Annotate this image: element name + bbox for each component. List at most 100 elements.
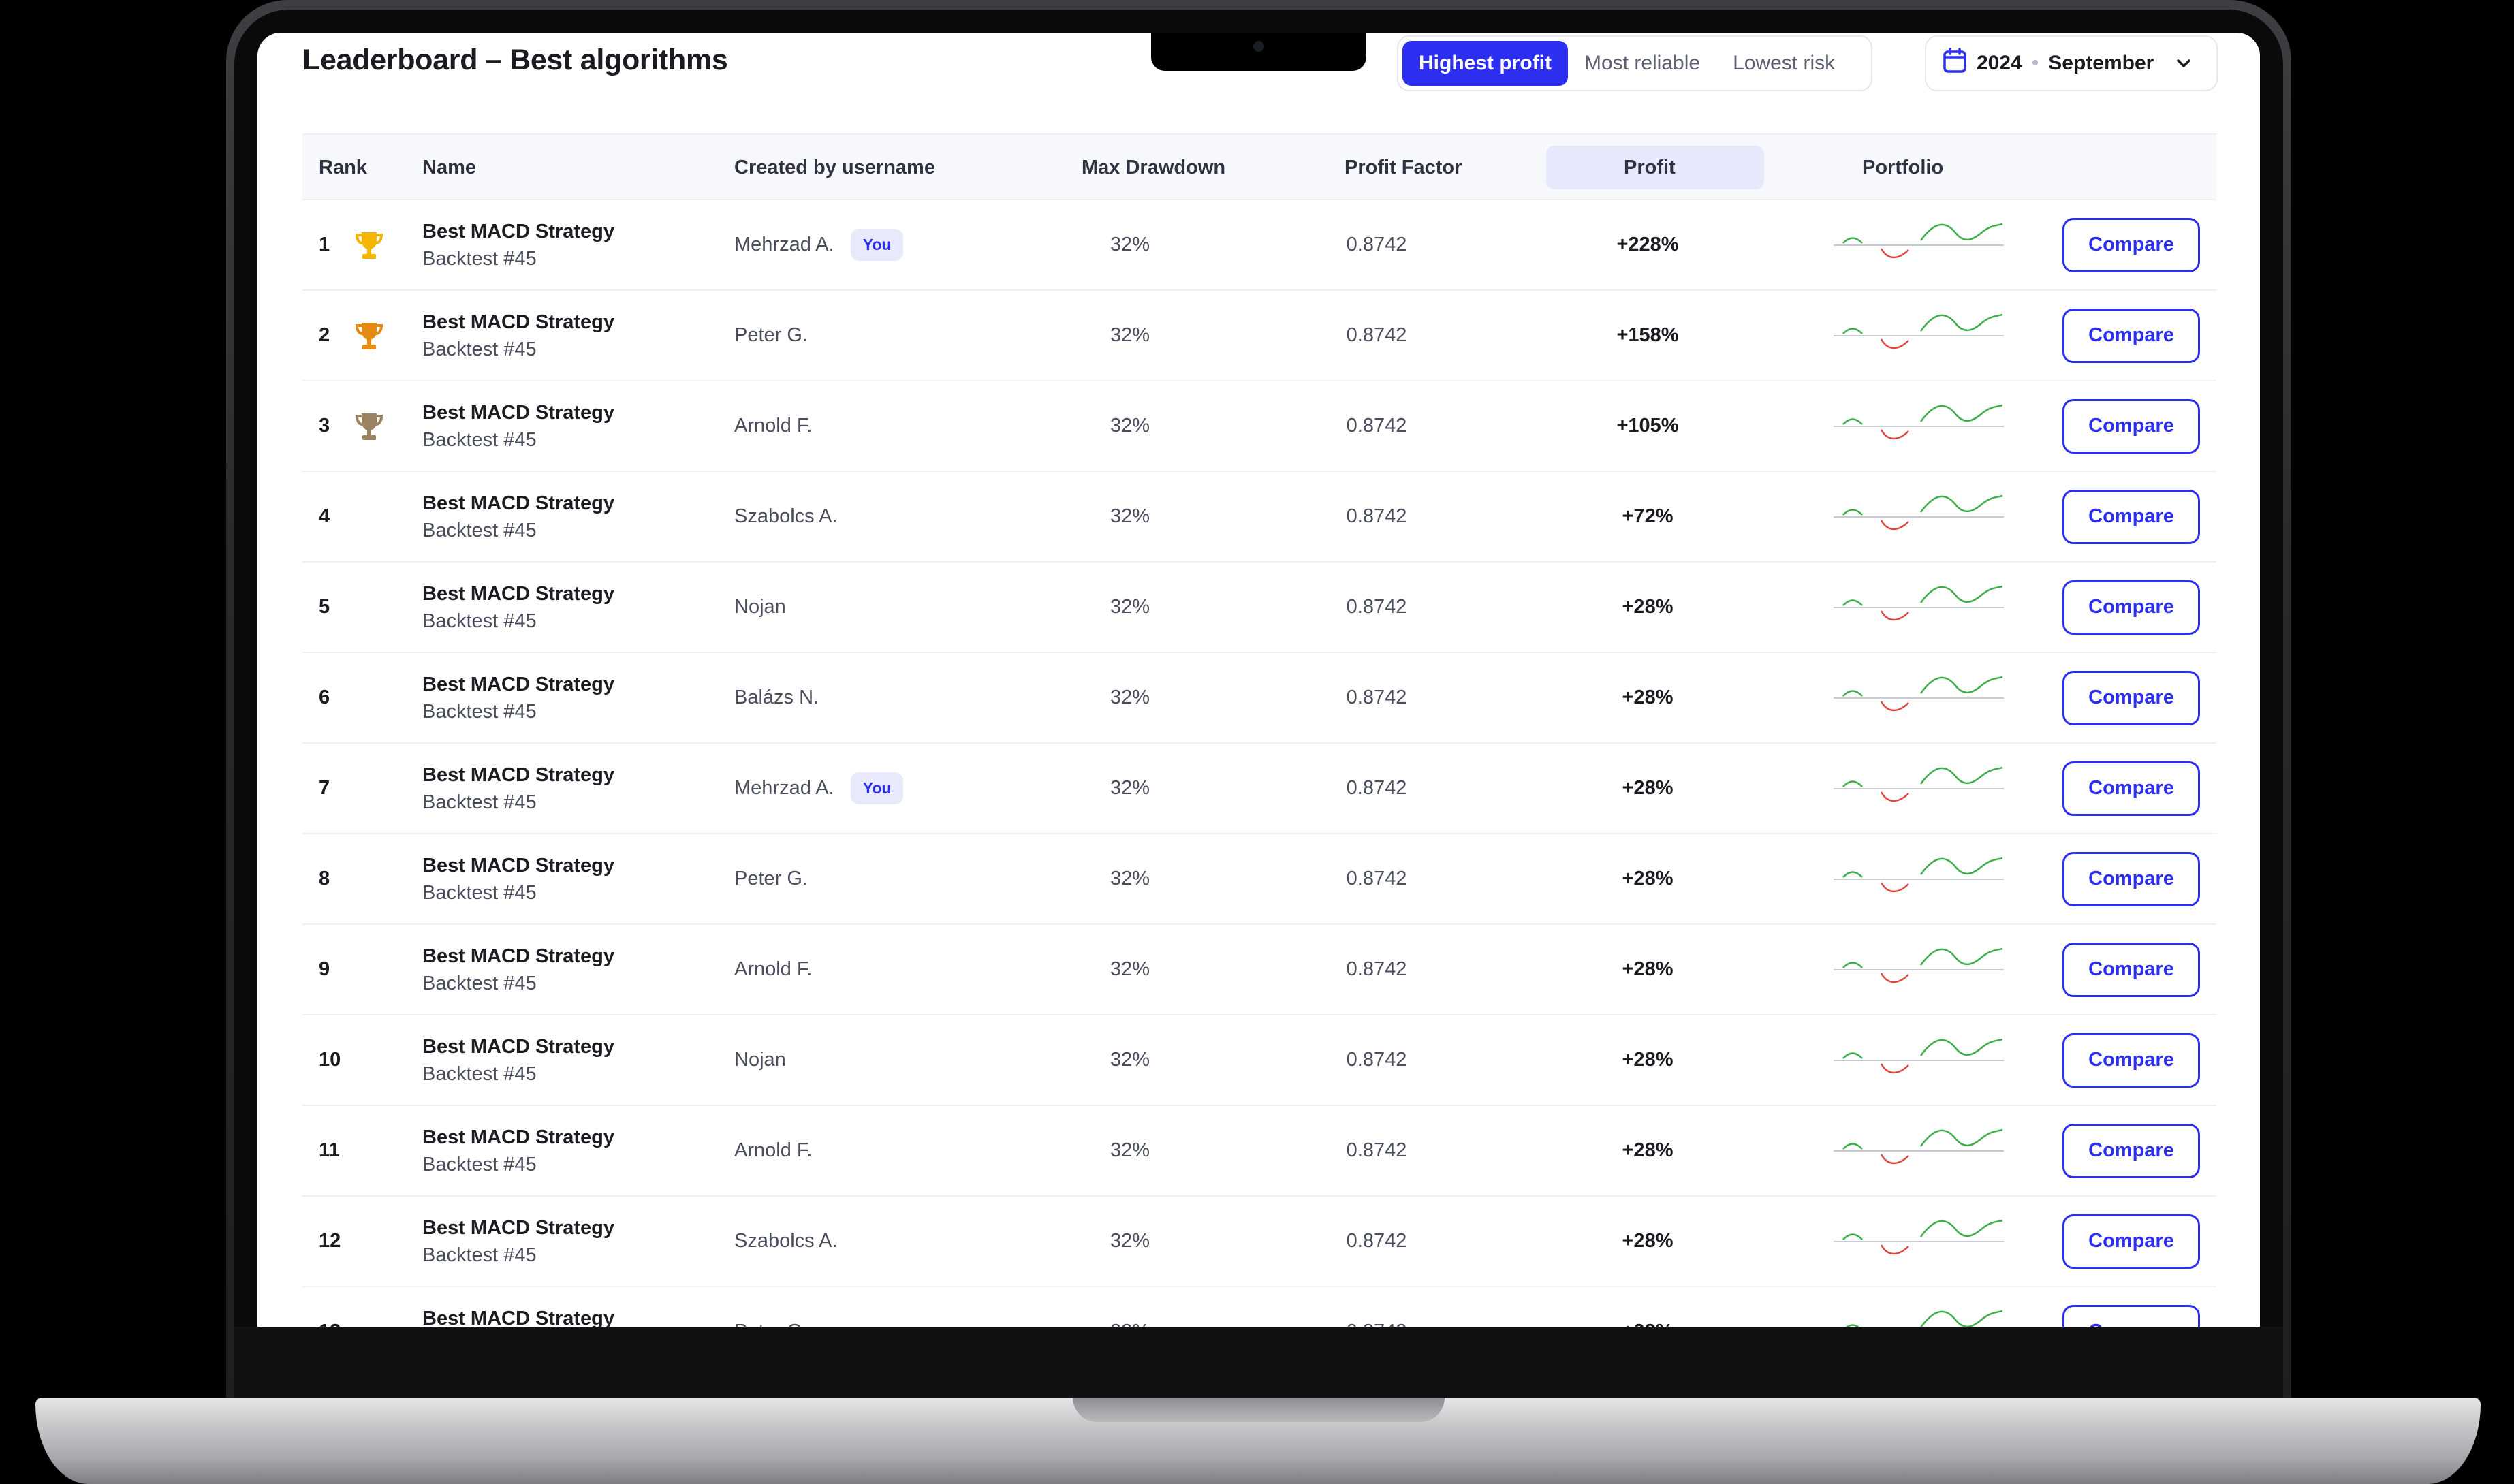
compare-button[interactable]: Compare [2062,1214,2200,1269]
profit-factor-value: 0.8742 [1346,1139,1407,1161]
creator-username: Mehrzad A. You [734,744,904,833]
strategy-name[interactable]: Best MACD Strategy Backtest #45 [422,381,614,471]
compare-cell: Compare [2062,1015,2200,1105]
strategy-name[interactable]: Best MACD Strategy Backtest #45 [422,653,614,742]
strategy-name[interactable]: Best MACD Strategy Backtest #45 [422,291,614,380]
strategy-name[interactable]: Best MACD Strategy Backtest #45 [422,563,614,652]
profit-value: +28% [1597,1287,1699,1327]
portfolio-sparkline [1834,563,2004,652]
backtest-label: Backtest #45 [422,791,537,813]
creator-username: Peter G. [734,291,808,380]
strategy-name[interactable]: Best MACD Strategy Backtest #45 [422,925,614,1014]
creator-username: Arnold F. [734,381,812,471]
max-drawdown-value: 32% [1110,1230,1150,1252]
compare-button[interactable]: Compare [2062,489,2200,544]
table-row[interactable]: 2 Best MACD Strategy Backtest #45 Peter … [302,291,2216,381]
table-row[interactable]: 5 Best MACD Strategy Backtest #45 Nojan … [302,563,2216,653]
profit-factor-value: 0.8742 [1346,324,1407,346]
portfolio-sparkline [1834,653,2004,742]
chevron-down-icon [2175,58,2192,69]
strategy-name[interactable]: Best MACD Strategy Backtest #45 [422,1197,614,1286]
table-row[interactable]: 1 Best MACD Strategy Backtest #45 Mehrza… [302,200,2216,291]
laptop-opening-notch [1073,1398,1445,1422]
rank-number: 3 [319,415,330,437]
strategy-name[interactable]: Best MACD Strategy Backtest #45 [422,744,614,833]
backtest-label: Backtest #45 [422,428,537,451]
column-profit[interactable]: Profit [1624,135,1676,200]
strategy-title: Best MACD Strategy [422,673,614,695]
compare-button[interactable]: Compare [2062,580,2200,635]
compare-button[interactable]: Compare [2062,1304,2200,1327]
username-text: Peter G. [734,1321,808,1327]
creator-username: Peter G. [734,834,808,923]
laptop-chin [234,1327,2283,1398]
compare-button[interactable]: Compare [2062,851,2200,906]
compare-button[interactable]: Compare [2062,942,2200,997]
tab-most-reliable[interactable]: Most reliable [1568,41,1716,86]
table-row[interactable]: 3 Best MACD Strategy Backtest #45 Arnold… [302,381,2216,472]
portfolio-sparkline [1834,834,2004,923]
trophy-icon [354,381,384,471]
column-rank[interactable]: Rank [319,135,367,200]
profit-value: +28% [1622,686,1674,708]
strategy-name[interactable]: Best MACD Strategy Backtest #45 [422,834,614,923]
table-row[interactable]: 13 Best MACD Strategy Backtest #45 Peter… [302,1287,2216,1327]
strategy-name[interactable]: Best MACD Strategy Backtest #45 [422,472,614,561]
max-drawdown-value: 32% [1110,324,1150,346]
backtest-label: Backtest #45 [422,972,537,994]
screen: Leaderboard – Best algorithms Highest pr… [257,33,2260,1327]
tab-highest-profit[interactable]: Highest profit [1402,41,1568,86]
rank-number: 8 [319,868,330,889]
column-name[interactable]: Name [422,135,476,200]
you-badge: You [850,772,904,804]
backtest-label: Backtest #45 [422,610,537,632]
username-text: Arnold F. [734,958,813,980]
strategy-name[interactable]: Best MACD Strategy Backtest #45 [422,200,614,289]
column-portfolio[interactable]: Portfolio [1862,135,1943,200]
creator-username: Peter G. [734,1287,808,1327]
compare-button[interactable]: Compare [2062,761,2200,816]
strategy-name[interactable]: Best MACD Strategy Backtest #45 [422,1015,614,1105]
backtest-label: Backtest #45 [422,338,537,360]
portfolio-sparkline [1834,744,2004,833]
portfolio-sparkline [1834,1015,2004,1105]
portfolio-sparkline [1834,925,2004,1014]
date-picker[interactable]: 2024 • September [1925,35,2218,91]
compare-button[interactable]: Compare [2062,670,2200,725]
compare-button[interactable]: Compare [2062,217,2200,272]
table-row[interactable]: 8 Best MACD Strategy Backtest #45 Peter … [302,834,2216,925]
strategy-title: Best MACD Strategy [422,311,614,333]
tab-lowest-risk[interactable]: Lowest risk [1716,41,1851,86]
trophy-icon [354,200,384,289]
compare-button[interactable]: Compare [2062,1032,2200,1088]
rank-number: 1 [319,234,330,255]
rank-number: 4 [319,505,330,527]
table-row[interactable]: 7 Best MACD Strategy Backtest #45 Mehrza… [302,744,2216,834]
column-profit-factor[interactable]: Profit Factor [1345,135,1462,200]
compare-button[interactable]: Compare [2062,1123,2200,1178]
table-row[interactable]: 4 Best MACD Strategy Backtest #45 Szabol… [302,472,2216,563]
table-row[interactable]: 11 Best MACD Strategy Backtest #45 Arnol… [302,1106,2216,1197]
table-row[interactable]: 9 Best MACD Strategy Backtest #45 Arnold… [302,925,2216,1015]
strategy-name[interactable]: Best MACD Strategy Backtest #45 [422,1106,614,1195]
column-created-by[interactable]: Created by username [734,135,935,200]
table-row[interactable]: 10 Best MACD Strategy Backtest #45 Nojan… [302,1015,2216,1106]
profit-value: +28% [1622,596,1674,618]
strategy-title: Best MACD Strategy [422,1307,614,1327]
profit-factor-value: 0.8742 [1346,415,1407,437]
table-row[interactable]: 6 Best MACD Strategy Backtest #45 Balázs… [302,653,2216,744]
profit-value: +228% [1616,234,1679,255]
username-text: Nojan [734,1049,786,1071]
profit-factor-value: 0.8742 [1332,1287,1421,1327]
strategy-name[interactable]: Best MACD Strategy Backtest #45 [422,1287,614,1327]
profit-factor-value: 0.8742 [1346,1230,1407,1252]
table-row[interactable]: 12 Best MACD Strategy Backtest #45 Szabo… [302,1197,2216,1287]
compare-button[interactable]: Compare [2062,398,2200,454]
column-max-drawdown[interactable]: Max Drawdown [1082,135,1225,200]
creator-username: Szabolcs A. [734,472,838,561]
compare-cell: Compare [2062,200,2200,289]
backtest-label: Backtest #45 [422,1153,537,1175]
camera-icon [1253,41,1264,52]
portfolio-sparkline [1834,1197,2004,1286]
compare-button[interactable]: Compare [2062,308,2200,363]
